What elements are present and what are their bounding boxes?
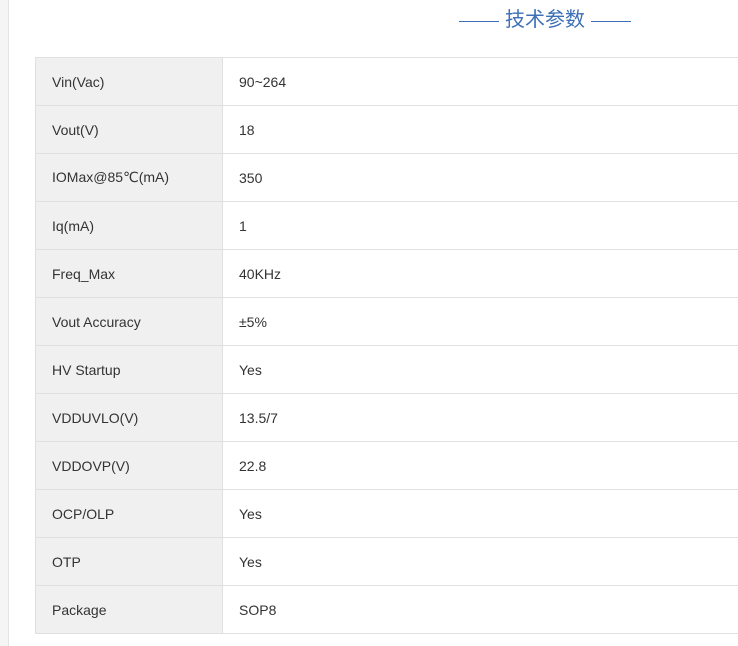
- spec-page: 技术参数 Vin(Vac) 90~264 Vout(V) 18 IOMax@85…: [0, 0, 738, 646]
- param-value: 22.8: [222, 441, 738, 490]
- param-name: Iq(mA): [35, 201, 223, 250]
- param-name: VDDUVLO(V): [35, 393, 223, 442]
- param-value: Yes: [222, 345, 738, 394]
- section-header: 技术参数: [0, 0, 738, 40]
- table-row: VDDUVLO(V) 13.5/7: [35, 393, 738, 442]
- param-value: Yes: [222, 537, 738, 586]
- table-row: VDDOVP(V) 22.8: [35, 441, 738, 490]
- param-value: 40KHz: [222, 249, 738, 298]
- title-right-rule: [591, 20, 631, 22]
- spec-table: Vin(Vac) 90~264 Vout(V) 18 IOMax@85℃(mA)…: [35, 57, 738, 634]
- param-value: ±5%: [222, 297, 738, 346]
- param-name: Freq_Max: [35, 249, 223, 298]
- param-value: Yes: [222, 489, 738, 538]
- param-value: 1: [222, 201, 738, 250]
- param-name: IOMax@85℃(mA): [35, 153, 223, 202]
- param-name: Vout(V): [35, 105, 223, 154]
- param-name: HV Startup: [35, 345, 223, 394]
- section-title-wrap: 技术参数: [453, 6, 637, 34]
- param-value: 350: [222, 153, 738, 202]
- param-name: Package: [35, 585, 223, 634]
- param-value: 18: [222, 105, 738, 154]
- title-left-rule: [459, 20, 499, 22]
- table-row: Vin(Vac) 90~264: [35, 57, 738, 106]
- table-row: IOMax@85℃(mA) 350: [35, 153, 738, 202]
- param-value: 13.5/7: [222, 393, 738, 442]
- table-row: Iq(mA) 1: [35, 201, 738, 250]
- table-row: Vout Accuracy ±5%: [35, 297, 738, 346]
- table-row: Package SOP8: [35, 585, 738, 634]
- section-title: 技术参数: [505, 9, 585, 31]
- table-row: OTP Yes: [35, 537, 738, 586]
- param-name: OCP/OLP: [35, 489, 223, 538]
- param-value: 90~264: [222, 57, 738, 106]
- param-value: SOP8: [222, 585, 738, 634]
- param-name: OTP: [35, 537, 223, 586]
- table-row: OCP/OLP Yes: [35, 489, 738, 538]
- param-name: Vin(Vac): [35, 57, 223, 106]
- table-row: Freq_Max 40KHz: [35, 249, 738, 298]
- table-row: HV Startup Yes: [35, 345, 738, 394]
- param-name: VDDOVP(V): [35, 441, 223, 490]
- left-scroll-strip: [0, 0, 9, 646]
- param-name: Vout Accuracy: [35, 297, 223, 346]
- table-row: Vout(V) 18: [35, 105, 738, 154]
